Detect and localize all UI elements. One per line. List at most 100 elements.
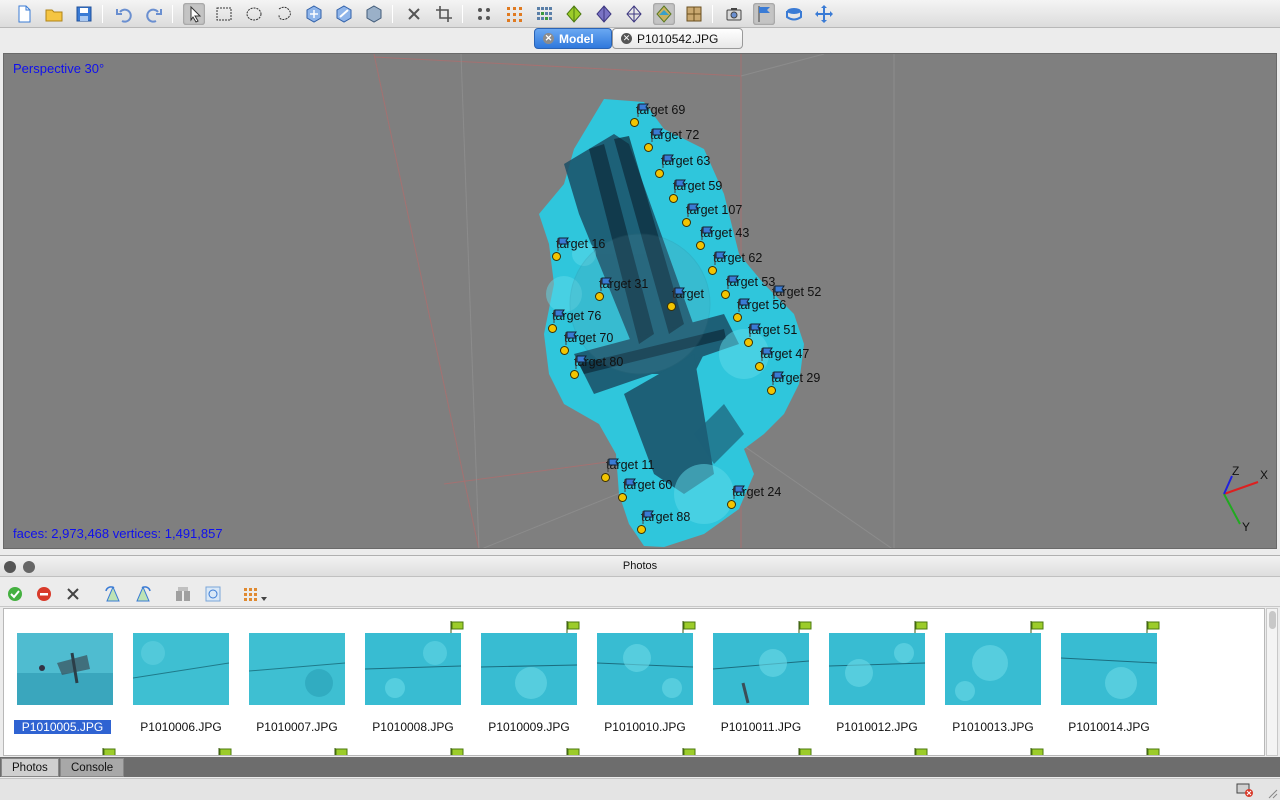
marker[interactable]: target 16 bbox=[556, 237, 605, 251]
shaded-model-icon[interactable] bbox=[563, 3, 585, 25]
marker-point[interactable] bbox=[630, 118, 639, 127]
photo-thumbnail[interactable] bbox=[596, 621, 696, 705]
tiled-model-icon[interactable] bbox=[683, 3, 705, 25]
show-markers-icon[interactable] bbox=[753, 3, 775, 25]
new-document-icon[interactable] bbox=[13, 3, 35, 25]
free-form-selection-icon[interactable] bbox=[273, 3, 295, 25]
resize-grip-icon[interactable] bbox=[1266, 787, 1278, 799]
photo-thumbnail[interactable] bbox=[712, 621, 812, 705]
marker[interactable]: target 63 bbox=[661, 154, 710, 168]
photo-label[interactable]: P1010007.JPG bbox=[239, 720, 355, 734]
point-cloud-icon[interactable] bbox=[503, 3, 525, 25]
marker-point[interactable] bbox=[637, 525, 646, 534]
marker-point[interactable] bbox=[618, 493, 627, 502]
wireframe-model-icon[interactable] bbox=[623, 3, 645, 25]
marker[interactable]: target bbox=[672, 287, 704, 301]
marker-point[interactable] bbox=[570, 370, 579, 379]
photo-thumbnail[interactable] bbox=[17, 633, 113, 705]
delete-selection-icon[interactable] bbox=[403, 3, 425, 25]
enable-camera-icon[interactable] bbox=[4, 583, 26, 605]
photo-thumbnail[interactable] bbox=[1060, 621, 1160, 705]
marker-point[interactable] bbox=[552, 252, 561, 261]
dense-cloud-icon[interactable] bbox=[533, 3, 555, 25]
show-region-icon[interactable] bbox=[783, 3, 805, 25]
marker-point[interactable] bbox=[708, 266, 717, 275]
rectangle-selection-icon[interactable] bbox=[213, 3, 235, 25]
marker[interactable]: target 107 bbox=[686, 203, 742, 217]
scrollbar-thumb[interactable] bbox=[1269, 611, 1276, 629]
marker-point[interactable] bbox=[733, 313, 742, 322]
circle-selection-icon[interactable] bbox=[243, 3, 265, 25]
marker[interactable]: target 31 bbox=[599, 277, 648, 291]
marker[interactable]: target 29 bbox=[771, 371, 820, 385]
marker-point[interactable] bbox=[560, 346, 569, 355]
marker-point[interactable] bbox=[644, 143, 653, 152]
photo-label[interactable]: P1010013.JPG bbox=[935, 720, 1051, 734]
photo-thumbnail[interactable] bbox=[364, 621, 464, 705]
redo-icon[interactable] bbox=[143, 3, 165, 25]
marker-point[interactable] bbox=[682, 218, 691, 227]
remove-camera-icon[interactable] bbox=[62, 583, 84, 605]
textured-model-icon[interactable] bbox=[653, 3, 675, 25]
rotate-object-icon[interactable] bbox=[363, 3, 385, 25]
marker[interactable]: target 43 bbox=[700, 226, 749, 240]
marker-point[interactable] bbox=[744, 338, 753, 347]
photo-label[interactable]: P1010014.JPG bbox=[1051, 720, 1167, 734]
photo-label[interactable]: P1010010.JPG bbox=[587, 720, 703, 734]
marker[interactable]: target 72 bbox=[650, 128, 699, 142]
marker-point[interactable] bbox=[601, 473, 610, 482]
marker-point[interactable] bbox=[767, 386, 776, 395]
open-folder-icon[interactable] bbox=[43, 3, 65, 25]
marker[interactable]: target 70 bbox=[564, 331, 613, 345]
photo-thumbnail[interactable] bbox=[132, 633, 230, 705]
tab-photo[interactable]: ✕ P1010542.JPG bbox=[612, 28, 743, 49]
marker[interactable]: target 56 bbox=[737, 298, 786, 312]
marker-point[interactable] bbox=[669, 194, 678, 203]
marker[interactable]: target 59 bbox=[673, 179, 722, 193]
marker-point[interactable] bbox=[595, 292, 604, 301]
marker[interactable]: target 11 bbox=[606, 458, 654, 472]
marker-point[interactable] bbox=[655, 169, 664, 178]
photo-thumbnail[interactable] bbox=[828, 621, 928, 705]
network-status-icon[interactable] bbox=[1236, 782, 1254, 798]
filter-icon[interactable] bbox=[172, 583, 194, 605]
tab-console[interactable]: Console bbox=[60, 758, 125, 777]
marker-point[interactable] bbox=[755, 362, 764, 371]
marker[interactable]: target 53 bbox=[726, 275, 775, 289]
marker-point[interactable] bbox=[727, 500, 736, 509]
close-tab-icon[interactable]: ✕ bbox=[621, 33, 632, 44]
photo-label[interactable]: P1010011.JPG bbox=[703, 720, 819, 734]
reset-view-icon[interactable] bbox=[813, 3, 835, 25]
photo-label[interactable]: P1010012.JPG bbox=[819, 720, 935, 734]
navigation-pointer-icon[interactable] bbox=[183, 3, 205, 25]
view-mode-icon[interactable] bbox=[242, 583, 270, 605]
marker[interactable]: target 52 bbox=[772, 285, 821, 299]
marker[interactable]: target 80 bbox=[574, 355, 623, 369]
photo-label[interactable]: P1010006.JPG bbox=[123, 720, 239, 734]
photo-thumbnail[interactable] bbox=[480, 621, 580, 705]
disable-camera-icon[interactable] bbox=[33, 583, 55, 605]
tab-photos[interactable]: Photos bbox=[1, 758, 59, 777]
close-tab-icon[interactable]: ✕ bbox=[543, 33, 554, 44]
solid-model-icon[interactable] bbox=[593, 3, 615, 25]
show-cameras-icon[interactable] bbox=[473, 3, 495, 25]
marker-point[interactable] bbox=[696, 241, 705, 250]
marker[interactable]: target 62 bbox=[713, 251, 762, 265]
photos-scrollbar[interactable] bbox=[1266, 608, 1278, 756]
marker[interactable]: target 88 bbox=[641, 510, 690, 524]
photo-label[interactable]: P1010005.JPG bbox=[14, 720, 111, 734]
marker-point[interactable] bbox=[721, 290, 730, 299]
save-icon[interactable] bbox=[73, 3, 95, 25]
marker[interactable]: target 60 bbox=[623, 478, 672, 492]
tab-model[interactable]: ✕ Model bbox=[534, 28, 612, 49]
marker[interactable]: target 47 bbox=[760, 347, 809, 361]
marker-point[interactable] bbox=[667, 302, 676, 311]
rotate-right-icon[interactable] bbox=[132, 583, 154, 605]
marker[interactable]: target 76 bbox=[552, 309, 601, 323]
model-viewport[interactable]: Perspective 30° faces: 2,973,468 vertice… bbox=[3, 53, 1277, 549]
marker[interactable]: target 24 bbox=[732, 485, 781, 499]
marker[interactable]: target 51 bbox=[748, 323, 797, 337]
photo-thumbnail[interactable] bbox=[248, 633, 346, 705]
marker[interactable]: target 69 bbox=[636, 103, 685, 117]
photo-label[interactable]: P1010009.JPG bbox=[471, 720, 587, 734]
